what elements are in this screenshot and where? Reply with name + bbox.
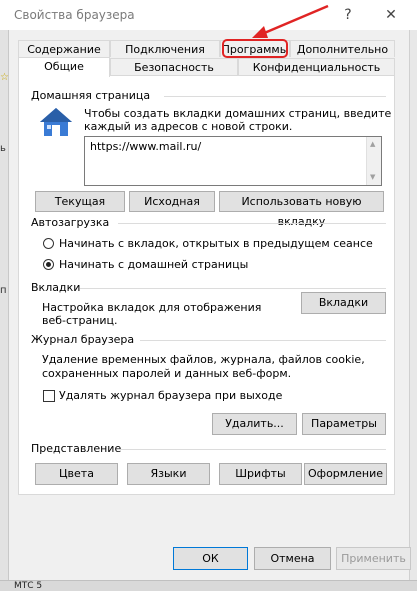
home-page-icon	[40, 108, 72, 136]
home-page-section-title: Домашняя страница	[31, 89, 151, 102]
title-bar: Свойства браузера ? ✕	[0, 0, 417, 30]
scroll-up-icon[interactable]: ▲	[370, 140, 375, 148]
delete-history-on-exit-label: Удалять журнал браузера при выходе	[59, 389, 283, 402]
home-description-line2: каждый из адресов с новой строки.	[84, 120, 293, 133]
colors-button[interactable]: Цвета	[35, 463, 118, 485]
tab-connections[interactable]: Подключения	[110, 40, 220, 57]
startup-home-page-label: Начинать с домашней страницы	[59, 258, 249, 271]
textarea-scrollbar[interactable]: ▲ ▼	[366, 137, 381, 185]
startup-home-page-radio[interactable]	[43, 259, 54, 270]
languages-button[interactable]: Языки	[127, 463, 210, 485]
tab-content[interactable]: Содержание	[18, 40, 110, 57]
background-taskbar-fragment	[0, 580, 417, 591]
cancel-button[interactable]: Отмена	[254, 547, 331, 570]
delete-history-on-exit-checkbox[interactable]	[43, 390, 55, 402]
tabs-description-line1: Настройка вкладок для отображения	[42, 301, 262, 314]
use-new-tab-button[interactable]: Использовать новую вкладку	[219, 191, 384, 228]
background-window-left: ☆ ь п	[0, 30, 9, 590]
close-button[interactable]: ✕	[376, 3, 406, 27]
tab-general[interactable]: Общие	[18, 57, 110, 77]
annotation-arrow-icon	[252, 4, 329, 38]
tab-security[interactable]: Безопасность	[110, 58, 238, 75]
appearance-section-title: Представление	[31, 442, 122, 455]
help-button[interactable]: ?	[336, 3, 360, 27]
scroll-down-icon[interactable]: ▼	[370, 173, 375, 181]
fonts-button[interactable]: Шрифты	[219, 463, 302, 485]
divider	[117, 449, 386, 450]
divider	[140, 340, 386, 341]
startup-previous-session-label: Начинать с вкладок, открытых в предыдуще…	[59, 237, 373, 250]
history-description-line2: сохраненных паролей и данных веб-форм.	[42, 367, 292, 380]
divider	[80, 288, 386, 289]
history-settings-button[interactable]: Параметры	[302, 413, 386, 435]
history-section-title: Журнал браузера	[31, 333, 135, 346]
background-window-right	[409, 30, 417, 590]
tabs-section-title: Вкладки	[31, 281, 81, 294]
star-icon: ☆	[0, 72, 9, 83]
use-current-button[interactable]: Текущая	[35, 191, 125, 212]
tabs-description-line2: веб-страниц.	[42, 314, 118, 327]
home-description-line1: Чтобы создать вкладки домашних страниц, …	[84, 107, 392, 120]
divider	[164, 96, 386, 97]
background-fragment: п	[0, 285, 7, 296]
home-page-url-value: https://www.mail.ru/	[90, 140, 202, 153]
ok-button[interactable]: ОК	[173, 547, 248, 570]
window-title: Свойства браузера	[14, 8, 135, 22]
delete-history-button[interactable]: Удалить...	[212, 413, 297, 435]
background-fragment: ь	[0, 143, 6, 154]
tabs-settings-button[interactable]: Вкладки	[301, 292, 386, 314]
apply-button[interactable]: Применить	[336, 547, 411, 570]
history-description-line1: Удаление временных файлов, журнала, файл…	[42, 353, 365, 366]
accessibility-button[interactable]: Оформление	[304, 463, 387, 485]
startup-previous-session-radio[interactable]	[43, 238, 54, 249]
startup-section-title: Автозагрузка	[31, 216, 110, 229]
use-default-button[interactable]: Исходная	[129, 191, 215, 212]
divider	[118, 223, 386, 224]
tab-privacy[interactable]: Конфиденциальность	[238, 58, 395, 75]
home-page-url-textarea[interactable]: https://www.mail.ru/ ▲ ▼	[84, 136, 382, 186]
